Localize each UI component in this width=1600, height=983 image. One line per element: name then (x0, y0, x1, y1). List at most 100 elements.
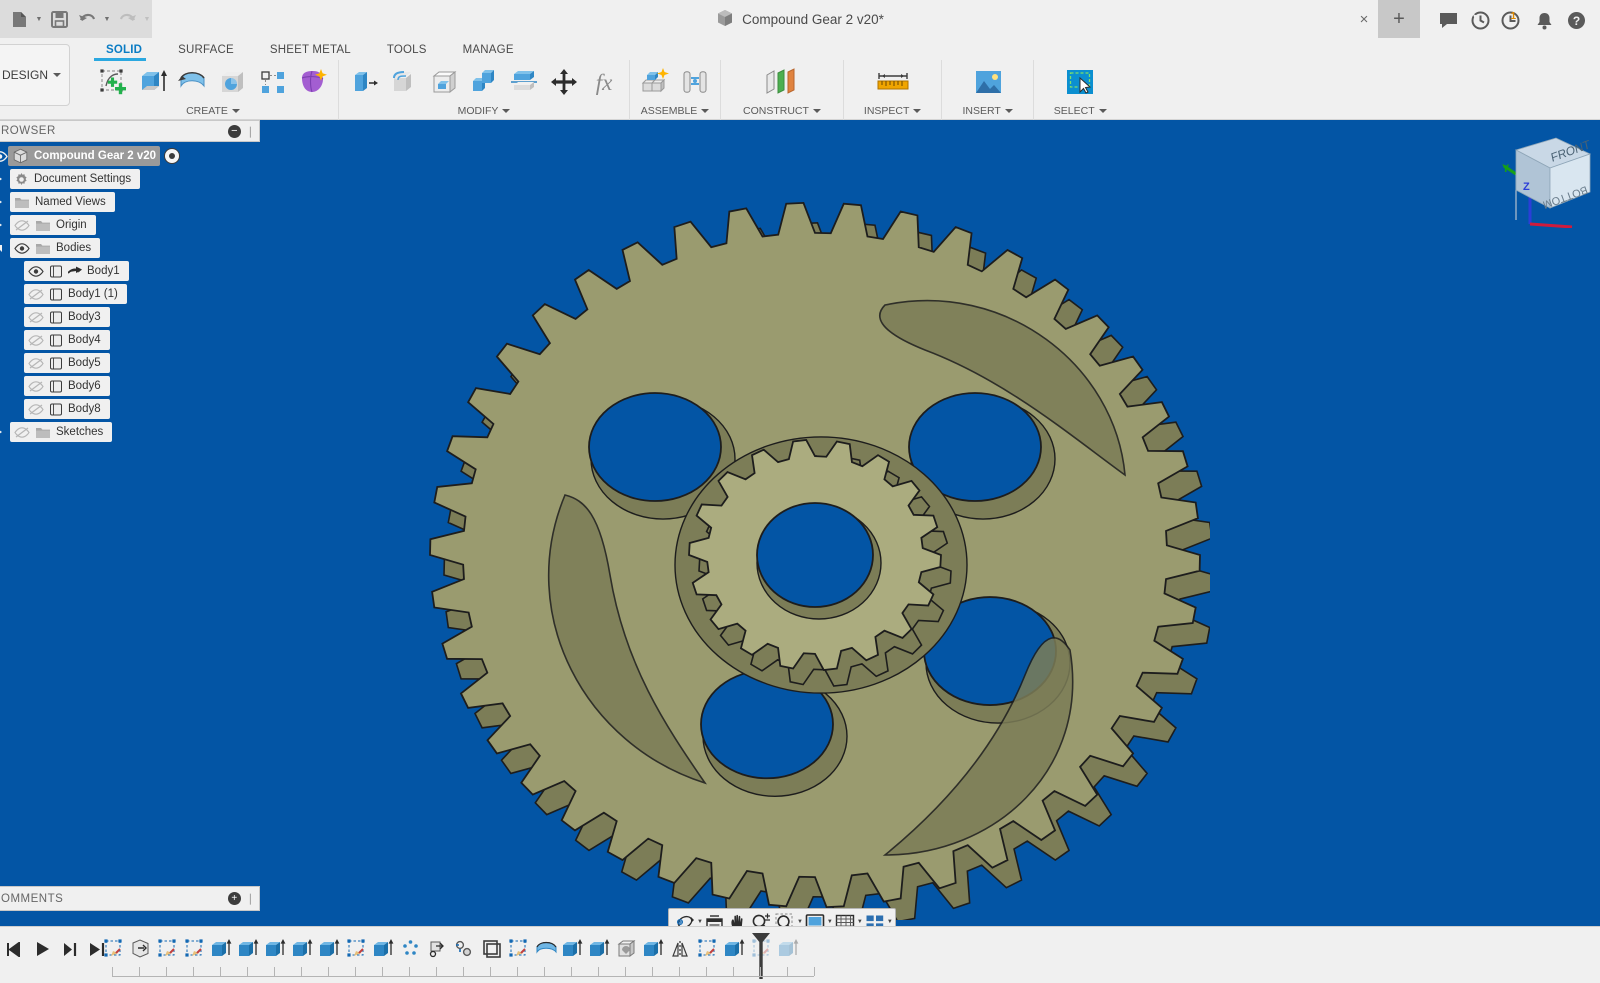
visibility-eye-off-icon[interactable] (14, 218, 30, 232)
visibility-eye-icon[interactable] (14, 241, 30, 255)
save-button[interactable] (46, 6, 72, 32)
timeline-extrude-21[interactable] (640, 933, 667, 963)
insert-image-button[interactable] (965, 62, 1011, 102)
expand-arrow-icon[interactable] (0, 220, 6, 230)
combine-button[interactable] (465, 62, 503, 102)
tab-surface[interactable]: SURFACE (160, 40, 252, 60)
collapse-browser-icon[interactable]: − (227, 124, 241, 138)
visibility-eye-off-icon[interactable] (28, 379, 44, 393)
timeline-play-button[interactable] (30, 937, 54, 961)
tab-solid[interactable]: SOLID (88, 40, 160, 60)
collapse-arrow-icon[interactable] (0, 244, 6, 252)
chevron-down-icon[interactable] (913, 109, 922, 113)
tree-item-body4[interactable]: Body4 (0, 330, 260, 350)
tree-chip-body6[interactable]: Body6 (24, 376, 110, 396)
timeline-paste-new-15[interactable] (478, 933, 505, 963)
visibility-eye-off-icon[interactable] (28, 356, 44, 370)
undo-caret-icon[interactable]: ▼ (102, 6, 112, 32)
create-sketch-button[interactable] (94, 62, 132, 102)
timeline-extrude-19[interactable] (586, 933, 613, 963)
press-pull-button[interactable] (345, 62, 383, 102)
timeline-mirror-22[interactable] (667, 933, 694, 963)
offset-plane-button[interactable] (758, 62, 806, 102)
extrude-button[interactable] (134, 62, 172, 102)
tab-manage[interactable]: MANAGE (445, 40, 532, 60)
tab-sheet-metal[interactable]: SHEET METAL (252, 40, 369, 60)
timeline-joint-14[interactable] (451, 933, 478, 963)
timeline-sketch-1[interactable] (100, 933, 127, 963)
timeline-extrude-7[interactable] (262, 933, 289, 963)
chevron-down-icon[interactable] (1098, 109, 1107, 113)
timeline-sketch-23[interactable] (694, 933, 721, 963)
new-tab-button[interactable]: + (1378, 0, 1420, 38)
redo-caret-icon[interactable]: ▼ (142, 6, 152, 32)
chevron-down-icon[interactable] (701, 109, 710, 113)
visibility-eye-off-icon[interactable] (28, 287, 44, 301)
expand-arrow-icon[interactable] (0, 197, 6, 207)
split-body-button[interactable] (505, 62, 543, 102)
form-sculpt-button[interactable] (294, 62, 332, 102)
fillet-button[interactable] (385, 62, 423, 102)
timeline-begin-button[interactable] (2, 937, 26, 961)
tree-chip-document-settings[interactable]: Document Settings (10, 169, 141, 189)
display-settings-button[interactable] (803, 910, 827, 926)
tree-item-bodies[interactable]: Bodies (0, 238, 260, 258)
new-file-caret-icon[interactable]: ▼ (34, 6, 44, 32)
move-copy-button[interactable] (545, 62, 583, 102)
tree-chip-body4[interactable]: Body4 (24, 330, 110, 350)
redo-button[interactable] (114, 6, 140, 32)
timeline-sketch-3[interactable] (154, 933, 181, 963)
visibility-eye-off-icon[interactable] (28, 310, 44, 324)
change-parameters-button[interactable]: fx (585, 62, 623, 102)
chevron-down-icon[interactable] (231, 109, 240, 113)
timeline-revolve-17[interactable] (532, 933, 559, 963)
shell-button[interactable] (425, 62, 463, 102)
revolve-button[interactable] (174, 62, 212, 102)
hole-button[interactable] (214, 62, 252, 102)
timeline-extrude-5[interactable] (208, 933, 235, 963)
joint-button[interactable] (676, 62, 714, 102)
visibility-eye-icon[interactable] (0, 149, 8, 163)
tree-item-compound-gear-2[interactable]: Compound Gear 2 v20 (8, 146, 161, 166)
new-file-button[interactable] (6, 6, 32, 32)
canvas-viewport[interactable]: ROWSER − ❘ Compound Gear 2 v20 Document … (0, 120, 1600, 926)
viewports-caret-icon[interactable]: ▼ (887, 910, 893, 926)
tree-item-body5[interactable]: Body5 (0, 353, 260, 373)
help-icon[interactable]: ? (1564, 8, 1588, 32)
add-comment-icon[interactable]: + (227, 892, 241, 905)
tree-item-origin[interactable]: Origin (0, 215, 260, 235)
zoom-button[interactable] (749, 910, 773, 926)
visibility-eye-off-icon[interactable] (14, 425, 30, 439)
visibility-eye-off-icon[interactable] (28, 333, 44, 347)
tree-chip-body5[interactable]: Body5 (24, 353, 110, 373)
tree-root-row[interactable]: Compound Gear 2 v20 (0, 146, 260, 166)
timeline-extrude-24[interactable] (721, 933, 748, 963)
view-cube[interactable]: FRONT BOTTOM Y Z (1494, 128, 1594, 228)
expand-arrow-icon[interactable] (0, 427, 6, 437)
timeline-move-copy-13[interactable] (424, 933, 451, 963)
expand-arrow-icon[interactable] (0, 174, 6, 184)
tree-chip-sketches[interactable]: Sketches (10, 422, 113, 442)
timeline-extrude-8[interactable] (289, 933, 316, 963)
viewports-button[interactable] (863, 910, 887, 926)
tree-item-named-views[interactable]: Named Views (0, 192, 260, 212)
workspace-switcher-button[interactable]: DESIGN (0, 44, 70, 106)
tree-item-body3[interactable]: Body3 (0, 307, 260, 327)
zoom-window-button[interactable] (773, 910, 797, 926)
undo-button[interactable] (74, 6, 100, 32)
job-status-icon[interactable] (1468, 8, 1492, 32)
visibility-eye-off-icon[interactable] (28, 402, 44, 416)
timeline-circular-pattern-12[interactable] (397, 933, 424, 963)
close-tab-button[interactable]: × (1356, 11, 1372, 27)
tree-chip-body1[interactable]: Body1 (24, 261, 129, 281)
notifications-bell-icon[interactable] (1532, 8, 1556, 32)
browser-grip-icon[interactable]: ❘ (246, 125, 255, 138)
pan-button[interactable] (726, 910, 749, 926)
timeline-sketch-4[interactable] (181, 933, 208, 963)
orbit-button[interactable] (673, 910, 697, 926)
grid-snaps-button[interactable] (833, 910, 857, 926)
tree-chip-bodies[interactable]: Bodies (10, 238, 101, 258)
new-component-button[interactable] (636, 62, 674, 102)
tree-item-body8[interactable]: Body8 (0, 399, 260, 419)
timeline-extrude-9[interactable] (316, 933, 343, 963)
